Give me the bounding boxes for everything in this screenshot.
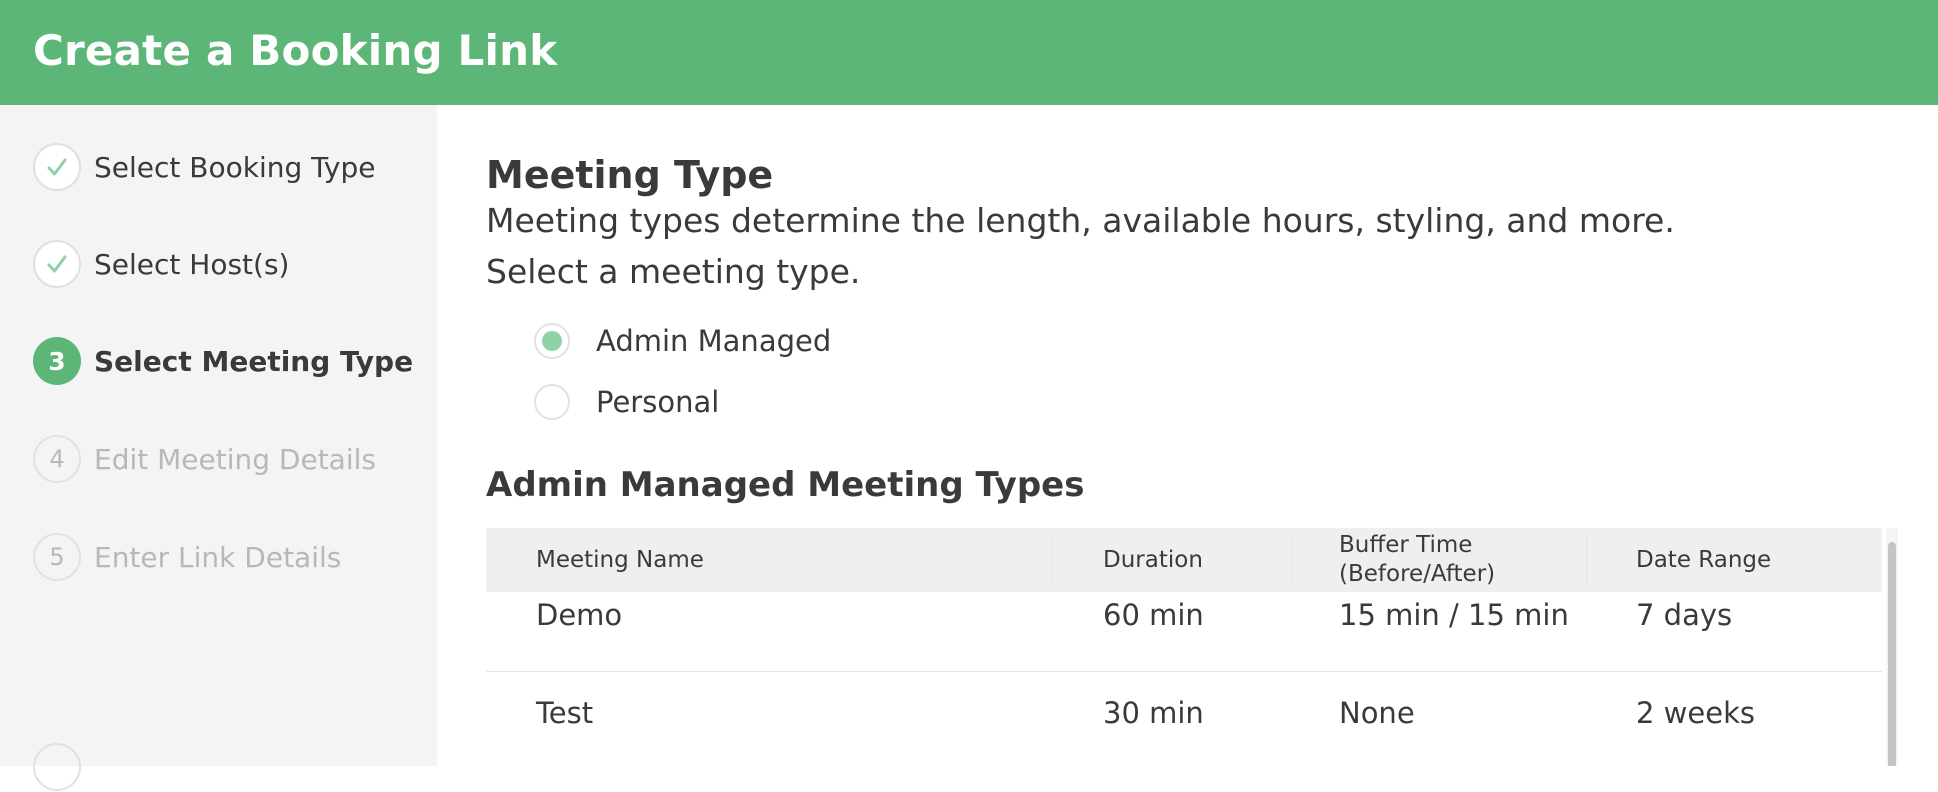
scrollbar-thumb[interactable]	[1888, 542, 1896, 766]
cell-buffer-time: 15 min / 15 min	[1339, 598, 1569, 632]
radio-selected-dot	[542, 331, 562, 351]
step-select-booking-type[interactable]: Select Booking Type	[33, 142, 433, 192]
column-header-meeting-name[interactable]: Meeting Name	[536, 528, 704, 592]
check-icon	[33, 143, 81, 191]
table-row[interactable]: Demo 60 min 15 min / 15 min 7 days	[486, 592, 1882, 672]
step-label: Edit Meeting Details	[94, 442, 376, 476]
column-header-buffer-time[interactable]: Buffer Time (Before/After)	[1339, 528, 1495, 592]
cell-duration: 30 min	[1103, 696, 1204, 730]
step-number-badge	[33, 743, 81, 791]
step-number-badge: 4	[33, 435, 81, 483]
step-number-badge: 3	[33, 337, 81, 385]
radio-button[interactable]	[534, 323, 570, 359]
cell-meeting-name: Demo	[536, 598, 623, 632]
step-number-badge: 5	[33, 533, 81, 581]
radio-label: Admin Managed	[596, 324, 832, 358]
step-label: Select Host(s)	[94, 247, 290, 281]
table-row[interactable]: Test 30 min None 2 weeks	[486, 672, 1882, 766]
column-header-duration[interactable]: Duration	[1103, 528, 1203, 592]
cell-buffer-time: None	[1339, 696, 1415, 730]
section-description: Meeting types determine the length, avai…	[486, 201, 1675, 240]
cell-date-range: 2 weeks	[1636, 696, 1755, 730]
radio-option-personal[interactable]: Personal	[534, 382, 719, 422]
cell-duration: 60 min	[1103, 598, 1204, 632]
radio-button[interactable]	[534, 384, 570, 420]
table-title: Admin Managed Meeting Types	[486, 465, 1085, 505]
table-header: Meeting Name Duration Buffer Time (Befor…	[486, 528, 1882, 592]
main-panel: Meeting Type Meeting types determine the…	[437, 105, 1938, 766]
radio-label: Personal	[596, 385, 720, 419]
column-divider	[1586, 536, 1587, 584]
cell-meeting-name: Test	[536, 696, 594, 730]
column-header-date-range[interactable]: Date Range	[1636, 528, 1771, 592]
section-title: Meeting Type	[486, 153, 774, 197]
cell-date-range: 7 days	[1636, 598, 1733, 632]
steps-sidebar: Select Booking Type Select Host(s) 3 Sel…	[0, 105, 437, 791]
meeting-types-table: Meeting Name Duration Buffer Time (Befor…	[486, 528, 1898, 766]
step-select-hosts[interactable]: Select Host(s)	[33, 239, 433, 289]
column-divider	[1051, 536, 1052, 584]
step-label: Select Booking Type	[94, 150, 376, 184]
step-edit-meeting-details[interactable]: 4 Edit Meeting Details	[33, 434, 433, 484]
column-divider	[1291, 536, 1292, 584]
select-prompt: Select a meeting type.	[486, 252, 861, 291]
step-enter-link-details[interactable]: 5 Enter Link Details	[33, 532, 433, 582]
radio-option-admin-managed[interactable]: Admin Managed	[534, 321, 831, 361]
page-header: Create a Booking Link	[0, 0, 1938, 105]
step-label: Select Meeting Type	[94, 344, 414, 378]
step-next-partial[interactable]	[33, 742, 433, 792]
page-title: Create a Booking Link	[33, 26, 558, 75]
step-label: Enter Link Details	[94, 540, 342, 574]
step-select-meeting-type[interactable]: 3 Select Meeting Type	[33, 336, 433, 386]
check-icon	[33, 240, 81, 288]
table-scrollbar[interactable]	[1886, 528, 1898, 766]
